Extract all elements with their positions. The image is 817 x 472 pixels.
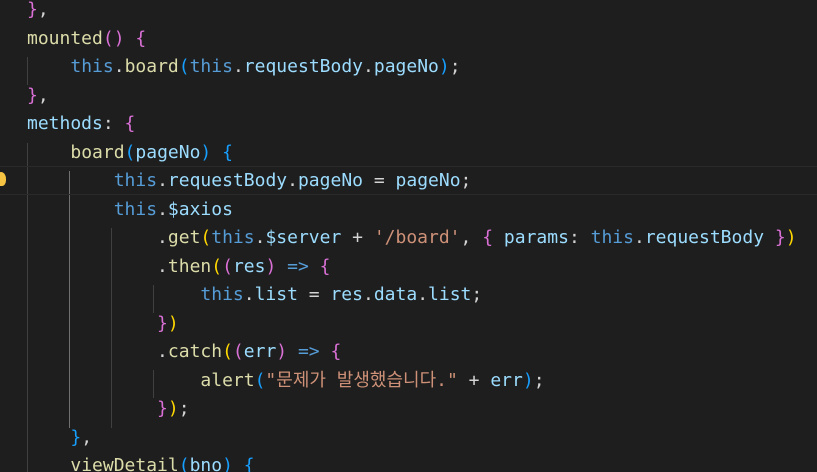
code-line[interactable]: alert("문제가 발생했습니다." + err); — [27, 367, 544, 396]
code-line[interactable]: board(pageNo) { — [27, 139, 233, 168]
code-line[interactable]: this.$axios — [27, 196, 233, 225]
code-line[interactable]: }) — [27, 310, 179, 339]
code-line[interactable]: mounted() { — [27, 25, 146, 54]
code-line[interactable]: this.list = res.data.list; — [27, 281, 482, 310]
code-line[interactable]: viewDetail(bno) { — [27, 452, 254, 472]
code-line[interactable]: .then((res) => { — [27, 253, 330, 282]
code-line[interactable]: .catch((err) => { — [27, 338, 341, 367]
code-line[interactable]: }, — [27, 0, 49, 25]
code-line[interactable]: }); — [27, 395, 190, 424]
code-line[interactable]: methods: { — [27, 110, 135, 139]
code-editor[interactable]: }, mounted() { this.board(this.requestBo… — [0, 0, 817, 472]
code-line[interactable]: }, — [27, 424, 92, 453]
code-line[interactable]: .get(this.$server + '/board', { params: … — [27, 224, 797, 253]
code-line-current[interactable]: this.requestBody.pageNo = pageNo; — [0, 166, 817, 195]
code-line[interactable]: this.board(this.requestBody.pageNo); — [27, 53, 460, 82]
code-line[interactable]: }, — [27, 82, 49, 111]
